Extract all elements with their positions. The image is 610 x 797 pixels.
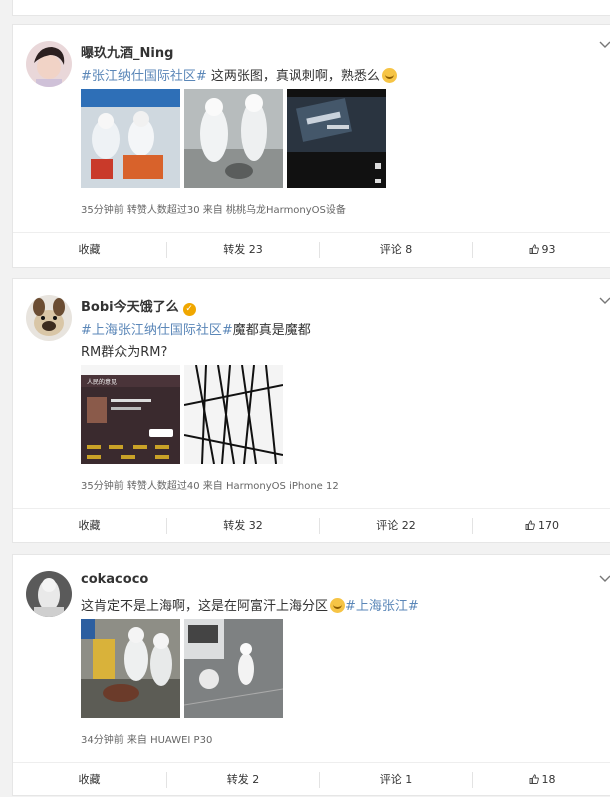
post-image[interactable] bbox=[184, 89, 283, 188]
repost-label: 转发 32 bbox=[223, 519, 263, 532]
topic-link[interactable]: #上海张江纳仕国际社区# bbox=[81, 323, 233, 338]
chevron-down-icon[interactable] bbox=[599, 41, 610, 52]
action-bar: 收藏 转发 32 评论 22 170 bbox=[13, 508, 610, 543]
post-image[interactable]: 人民的意见 bbox=[81, 365, 180, 464]
post-meta: 34分钟前 来自 HUAWEI P30 bbox=[81, 735, 213, 746]
favorite-label: 收藏 bbox=[78, 243, 101, 256]
like-button[interactable]: 18 bbox=[473, 763, 610, 797]
like-button[interactable]: 93 bbox=[473, 233, 610, 267]
like-count: 93 bbox=[541, 243, 556, 256]
post-image[interactable] bbox=[81, 619, 180, 718]
like-button[interactable]: 170 bbox=[473, 509, 610, 543]
favorite-button[interactable]: 收藏 bbox=[13, 233, 166, 267]
username[interactable]: 曝玖九酒_Ning bbox=[81, 42, 173, 61]
screenshot-header-text: 人民的意见 bbox=[87, 378, 117, 386]
username-text: Bobi今天饿了么 bbox=[81, 300, 179, 315]
emoji-icon bbox=[381, 68, 397, 83]
avatar[interactable] bbox=[26, 41, 72, 87]
comment-label: 评论 22 bbox=[376, 519, 416, 532]
post-image[interactable] bbox=[287, 89, 386, 188]
avatar[interactable] bbox=[26, 571, 72, 617]
like-count: 18 bbox=[541, 773, 556, 786]
repost-button[interactable]: 转发 2 bbox=[167, 763, 319, 797]
post-image[interactable] bbox=[81, 89, 180, 188]
comment-label: 评论 1 bbox=[379, 773, 413, 786]
repost-button[interactable]: 转发 32 bbox=[167, 509, 319, 543]
verified-badge-icon: ✓ bbox=[182, 303, 196, 316]
repost-label: 转发 2 bbox=[226, 773, 260, 786]
post-text-body: 这肯定不是上海啊，这是在阿富汗上海分区 bbox=[81, 599, 329, 614]
repost-label: 转发 23 bbox=[223, 243, 263, 256]
thumbs-up-icon bbox=[525, 520, 535, 530]
chevron-down-icon[interactable] bbox=[599, 575, 610, 586]
repost-button[interactable]: 转发 23 bbox=[167, 233, 319, 267]
post-text: #张江纳仕国际社区# 这两张图，真讽刺啊，熟悉么 bbox=[81, 65, 397, 84]
favorite-button[interactable]: 收藏 bbox=[13, 509, 166, 543]
favorite-label: 收藏 bbox=[78, 519, 101, 532]
post-image[interactable] bbox=[184, 619, 283, 718]
post-meta: 35分钟前 转赞人数超过40 来自 HarmonyOS iPhone 12 bbox=[81, 481, 339, 492]
post-text: 这肯定不是上海啊，这是在阿富汗上海分区 #上海张江# bbox=[81, 595, 419, 614]
post-text-body: 这两张图，真讽刺啊，熟悉么 bbox=[206, 69, 380, 84]
post-text-line2: RM群众为RM? bbox=[81, 345, 168, 360]
username[interactable]: cokacoco bbox=[81, 572, 148, 587]
comment-button[interactable]: 评论 8 bbox=[320, 233, 472, 267]
topic-link[interactable]: #张江纳仕国际社区# bbox=[81, 69, 207, 84]
favorite-label: 收藏 bbox=[78, 773, 101, 786]
action-bar: 收藏 转发 2 评论 1 18 bbox=[13, 762, 610, 797]
post-text-body: 魔都真是魔都 bbox=[232, 323, 311, 338]
thumbs-up-icon bbox=[529, 244, 539, 254]
comment-button[interactable]: 评论 1 bbox=[320, 763, 472, 797]
post-meta: 35分钟前 转赞人数超过30 来自 桃桃乌龙HarmonyOS设备 bbox=[81, 205, 346, 216]
like-count: 170 bbox=[538, 519, 559, 532]
topic-link[interactable]: #上海张江# bbox=[345, 599, 419, 614]
chevron-down-icon[interactable] bbox=[599, 297, 610, 308]
action-bar: 收藏 转发 23 评论 8 93 bbox=[13, 232, 610, 267]
comment-button[interactable]: 评论 22 bbox=[320, 509, 472, 543]
post-text: #上海张江纳仕国际社区#魔都真是魔都 bbox=[81, 319, 311, 338]
previous-post-tail bbox=[12, 0, 610, 16]
thumbs-up-icon bbox=[529, 774, 539, 784]
comment-label: 评论 8 bbox=[379, 243, 413, 256]
emoji-icon bbox=[330, 598, 346, 613]
favorite-button[interactable]: 收藏 bbox=[13, 763, 166, 797]
weibo-post: Bobi今天饿了么 ✓ #上海张江纳仕国际社区#魔都真是魔都 RM群众为RM? 人… bbox=[12, 278, 610, 543]
avatar[interactable] bbox=[26, 295, 72, 341]
weibo-post: cokacoco 这肯定不是上海啊，这是在阿富汗上海分区 #上海张江# 34分钟前… bbox=[12, 554, 610, 796]
weibo-post: 曝玖九酒_Ning #张江纳仕国际社区# 这两张图，真讽刺啊，熟悉么 35分钟前… bbox=[12, 24, 610, 268]
post-image[interactable] bbox=[184, 365, 283, 464]
username[interactable]: Bobi今天饿了么 ✓ bbox=[81, 296, 196, 316]
